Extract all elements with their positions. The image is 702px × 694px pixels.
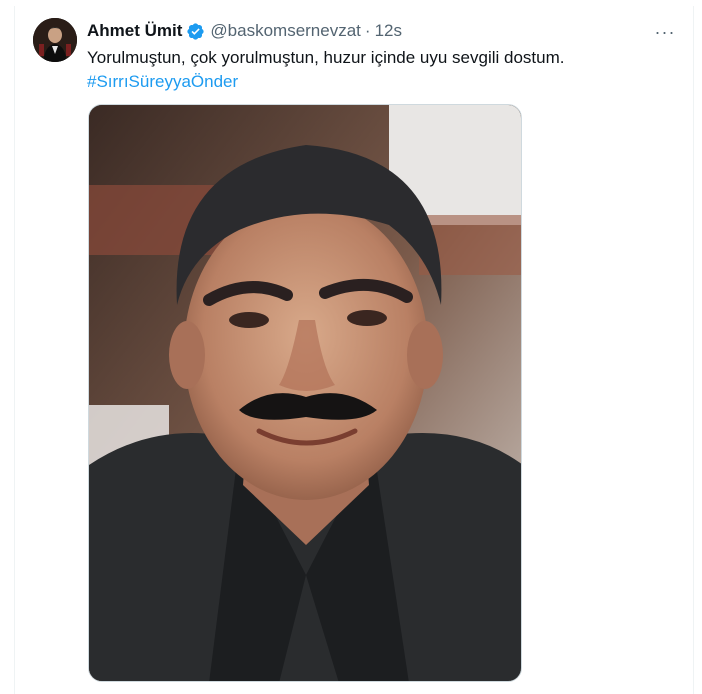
tweet-card[interactable]: Ahmet Ümit @baskomsernevzat · 12s ··· Yo… — [14, 6, 694, 694]
user-handle[interactable]: @baskomsernevzat — [210, 21, 361, 41]
tweet-photo[interactable] — [88, 104, 522, 682]
hashtag-link[interactable]: #SırrıSüreyyaÖnder — [87, 70, 667, 94]
tweet-header: Ahmet Ümit @baskomsernevzat · 12s — [87, 20, 402, 42]
tweet-body: Yorulmuştun, çok yorulmuştun, huzur için… — [87, 46, 667, 94]
more-options-icon[interactable]: ··· — [651, 20, 679, 44]
avatar-image — [33, 18, 77, 62]
avatar[interactable] — [33, 18, 77, 62]
tweet-text: Yorulmuştun, çok yorulmuştun, huzur için… — [87, 48, 565, 67]
timestamp[interactable]: 12s — [375, 21, 402, 41]
display-name[interactable]: Ahmet Ümit — [87, 21, 182, 41]
separator-dot: · — [364, 21, 371, 40]
verified-badge-icon — [186, 22, 205, 41]
portrait-photo — [89, 105, 521, 681]
